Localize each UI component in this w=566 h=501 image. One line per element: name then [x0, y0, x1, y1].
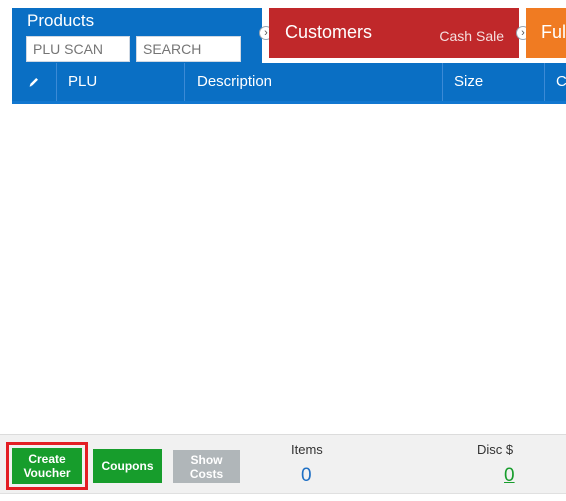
- fulfilment-panel[interactable]: Fulfi: [526, 8, 566, 58]
- search-input[interactable]: [136, 36, 241, 62]
- product-grid-header: PLU Description Size C: [12, 63, 566, 101]
- customers-panel[interactable]: Customers Cash Sale: [269, 8, 519, 58]
- pencil-icon: [29, 78, 38, 87]
- customer-status: Cash Sale: [439, 28, 504, 44]
- footer-divider: [0, 493, 566, 494]
- edit-column[interactable]: [12, 63, 56, 101]
- column-header-plu[interactable]: PLU: [56, 63, 184, 101]
- column-header-description[interactable]: Description: [184, 63, 442, 101]
- items-label: Items: [291, 442, 323, 457]
- discount-value-link[interactable]: 0: [504, 465, 515, 487]
- plu-scan-input[interactable]: [26, 36, 130, 62]
- column-header-c[interactable]: C: [544, 63, 566, 101]
- fulfilment-label: Fulfi: [541, 22, 566, 42]
- items-count: 0: [301, 465, 312, 486]
- customers-label: Customers: [285, 22, 373, 42]
- show-costs-button[interactable]: Show Costs: [173, 450, 240, 483]
- coupons-button[interactable]: Coupons: [93, 449, 162, 483]
- create-voucher-button[interactable]: Create Voucher: [6, 442, 88, 490]
- products-title: Products: [27, 11, 95, 30]
- grid-header-underline: [12, 101, 566, 104]
- discount-label: Disc $: [477, 442, 514, 457]
- products-panel: Products: [12, 8, 262, 66]
- column-header-size[interactable]: Size: [442, 63, 544, 101]
